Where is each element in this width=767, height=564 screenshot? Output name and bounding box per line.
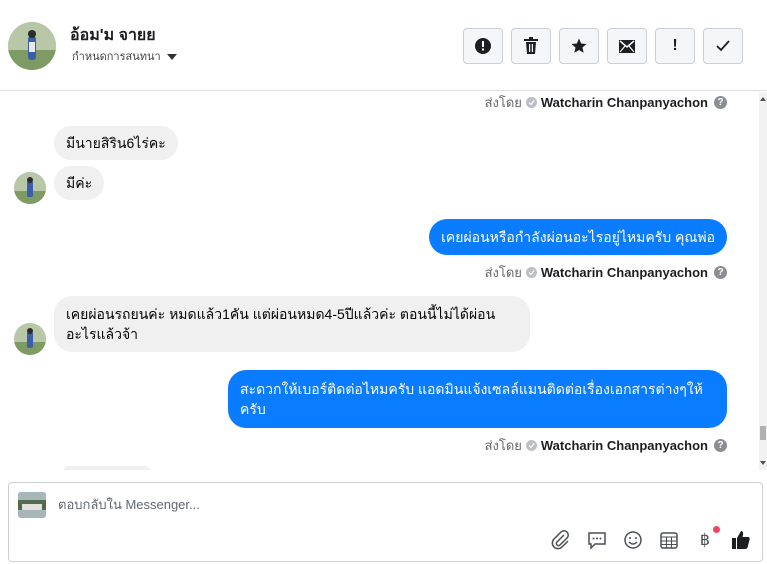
saved-replies-icon[interactable] <box>586 529 608 551</box>
contact-avatar-small <box>14 323 46 355</box>
help-icon[interactable]: ? <box>714 266 727 279</box>
composer-tools: ฿ <box>550 526 752 551</box>
sent-by-line: ส่งโดย Watcharin Chanpanyachon ? <box>485 92 727 113</box>
outgoing-message: สะดวกให้เบอร์ติดต่อไหมครับ แอดมินแจ้งเซล… <box>228 370 727 428</box>
conversation-header: อ้อม'ม จายย กำหนดการสนทนา ! <box>0 0 767 91</box>
sent-by-prefix: ส่งโดย <box>484 265 522 280</box>
scroll-down-arrow-icon[interactable] <box>759 458 767 468</box>
incoming-message: มีค่ะ <box>54 166 105 200</box>
incoming-message-partial <box>62 466 152 470</box>
star-button[interactable] <box>559 28 599 64</box>
trash-icon <box>524 37 538 54</box>
checkmark-icon <box>716 40 730 52</box>
emoji-icon[interactable] <box>622 529 644 551</box>
reply-input[interactable] <box>58 497 658 512</box>
contact-avatar-small <box>14 172 46 204</box>
contact-avatar[interactable] <box>8 22 56 70</box>
thread-scrollbar[interactable] <box>759 92 767 470</box>
scrollbar-thumb[interactable] <box>760 426 766 440</box>
conversation-label-text: กำหนดการสนทนา <box>72 51 161 63</box>
sent-check-icon <box>525 267 537 278</box>
notification-dot <box>713 526 720 533</box>
conversation-toolbar: ! <box>463 28 743 64</box>
delete-button[interactable] <box>511 28 551 64</box>
baht-glyph: ฿ <box>699 532 711 549</box>
incoming-message: เคยผ่อนรถยนค่ะ หมดแล้ว1คัน แต่ผ่อนหมด4-5… <box>54 296 530 352</box>
sent-check-icon <box>525 440 537 451</box>
appointment-icon[interactable] <box>658 529 680 551</box>
sent-by-prefix: ส่งโดย <box>484 438 522 453</box>
message-thread[interactable]: ส่งโดย Watcharin Chanpanyachon ? มีนายสิ… <box>0 92 767 470</box>
done-button[interactable] <box>703 28 743 64</box>
conversation-label-dropdown[interactable]: กำหนดการสนทนา <box>72 47 177 65</box>
incoming-message: มีนายสิริน6ไร่คะ <box>54 126 178 160</box>
scroll-up-arrow-icon[interactable] <box>759 94 767 104</box>
help-icon[interactable]: ? <box>714 96 727 109</box>
star-icon <box>571 38 587 53</box>
exclamation-icon: ! <box>672 37 678 54</box>
report-button[interactable] <box>463 28 503 64</box>
contact-name[interactable]: อ้อม'ม จายย <box>70 23 156 48</box>
attach-icon[interactable] <box>550 529 572 551</box>
sent-by-line: ส่งโดย Watcharin Chanpanyachon ? <box>485 435 727 456</box>
help-icon[interactable]: ? <box>714 439 727 452</box>
sent-by-prefix: ส่งโดย <box>484 95 522 110</box>
sent-check-icon <box>525 97 537 108</box>
like-icon[interactable] <box>730 529 752 551</box>
sender-name: Watcharin Chanpanyachon <box>540 438 708 453</box>
flag-button[interactable]: ! <box>655 28 695 64</box>
page-avatar <box>18 492 46 518</box>
caret-down-icon <box>166 53 177 60</box>
outgoing-message: เคยผ่อนหรือกำลังผ่อนอะไรอยู่ไหมครับ คุณพ… <box>429 219 727 255</box>
payment-icon[interactable]: ฿ <box>694 526 720 551</box>
alert-circle-icon <box>475 38 491 54</box>
mark-unread-button[interactable] <box>607 28 647 64</box>
reply-composer: ฿ <box>8 482 763 562</box>
sender-name: Watcharin Chanpanyachon <box>540 265 708 280</box>
sender-name: Watcharin Chanpanyachon <box>540 95 708 110</box>
envelope-icon <box>619 40 635 53</box>
sent-by-line: ส่งโดย Watcharin Chanpanyachon ? <box>485 262 727 283</box>
